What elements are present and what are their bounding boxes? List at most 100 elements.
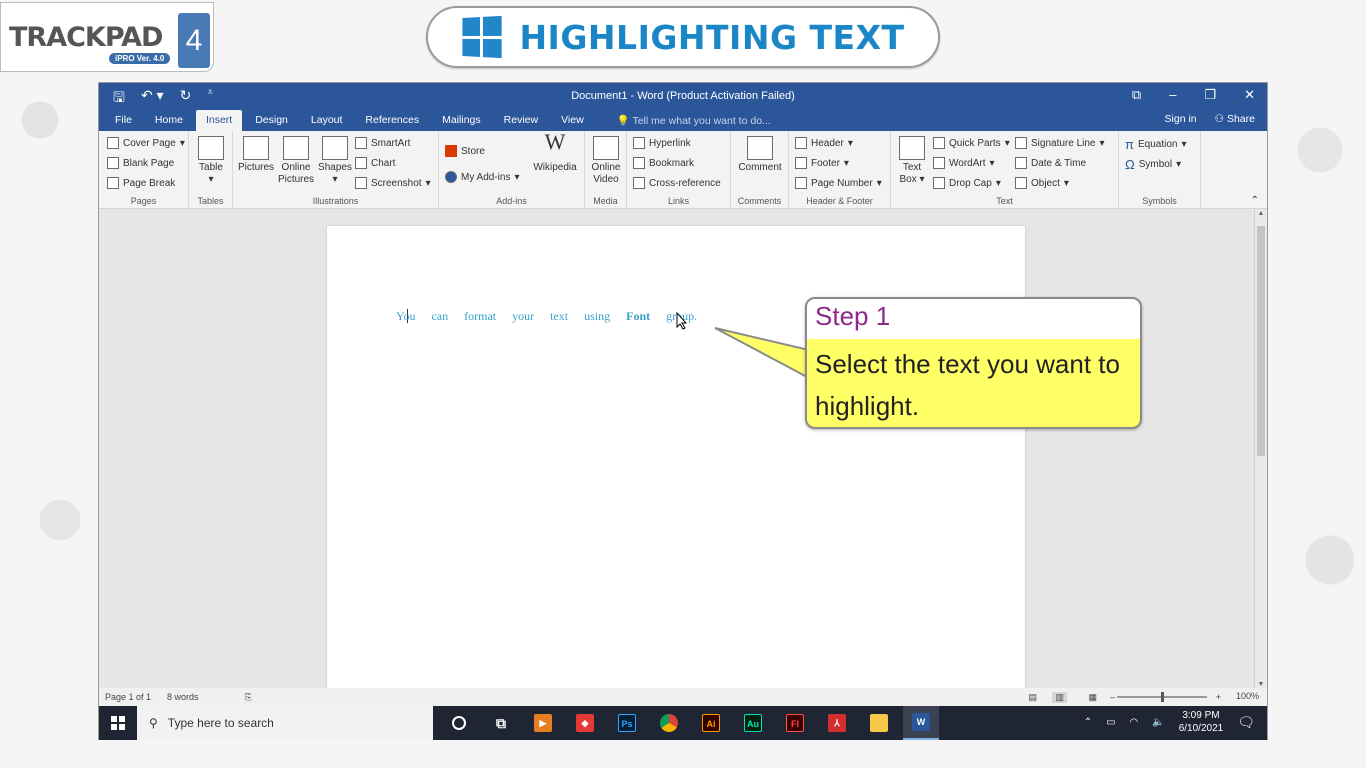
date-time-button[interactable]: Date & Time [1015, 157, 1086, 169]
my-addins-button[interactable]: My Add-ins ▾ [445, 171, 520, 183]
table-button[interactable]: Table ▾ [195, 136, 227, 186]
bookmark-button[interactable]: Bookmark [633, 157, 694, 169]
page-number-button[interactable]: Page Number ▾ [795, 177, 882, 189]
logo-text: TRACKPAD [9, 21, 163, 53]
drop-cap-button[interactable]: Drop Cap ▾ [933, 177, 1001, 189]
cover-page-button[interactable]: Cover Page ▾ [107, 137, 185, 149]
tab-review[interactable]: Review [494, 110, 548, 131]
sign-in-link[interactable]: Sign in [1165, 113, 1197, 125]
read-mode-icon[interactable]: ▤ [1028, 692, 1037, 703]
web-layout-icon[interactable]: ▦ [1088, 692, 1097, 703]
share-button[interactable]: ⚇ Share [1215, 113, 1255, 125]
acrobat-app[interactable]: ⅄ [819, 706, 855, 740]
flash-app[interactable]: Fl [777, 706, 813, 740]
collapse-ribbon-icon[interactable]: ⌃ [1251, 195, 1259, 206]
wikipedia-icon: W [544, 129, 566, 154]
taskbar-clock[interactable]: 3:09 PM 6/10/2021 [1179, 709, 1224, 735]
acrobat-icon: ⅄ [828, 714, 846, 732]
page-count[interactable]: Page 1 of 1 [105, 692, 151, 702]
chrome-app[interactable] [651, 706, 687, 740]
tab-view[interactable]: View [551, 110, 594, 131]
comment-button[interactable]: Comment [735, 136, 785, 174]
header-icon [795, 137, 807, 149]
vertical-scrollbar[interactable]: ▲ ▼ [1254, 210, 1267, 688]
group-header-footer: Header ▾ Footer ▾ Page Number ▾ Header & Fo… [789, 131, 891, 209]
online-video-button[interactable]: Online Video [587, 136, 625, 186]
title-bar: 🖫 ↶ ▾ ↻ ⩡ Document1 - Word (Product Acti… [99, 83, 1267, 109]
word-icon: W [912, 713, 930, 731]
page-break-button[interactable]: Page Break [107, 177, 175, 189]
taskbar-search-box[interactable]: ⚲ Type here to search [137, 706, 433, 740]
anydesk-app[interactable]: ◆ [567, 706, 603, 740]
trackpad-logo: TRACKPAD iPRO Ver. 4.0 4 [0, 2, 214, 72]
pictures-button[interactable]: Pictures [237, 136, 275, 174]
group-label-addins: Add-ins [496, 196, 527, 206]
folder-icon [870, 714, 888, 732]
start-button[interactable] [99, 706, 137, 740]
tab-references[interactable]: References [355, 110, 429, 131]
signature-line-button[interactable]: Signature Line ▾ [1015, 137, 1105, 149]
show-hidden-icons-icon[interactable]: ⌃ [1084, 717, 1092, 728]
screenshot-button[interactable]: Screenshot ▾ [355, 177, 431, 189]
wordart-button[interactable]: WordArt ▾ [933, 157, 995, 169]
object-button[interactable]: Object ▾ [1015, 177, 1069, 189]
file-explorer-app[interactable] [861, 706, 897, 740]
word-count[interactable]: 8 words [167, 692, 199, 702]
clock-date: 6/10/2021 [1178, 723, 1224, 734]
text-box-button[interactable]: Text Box ▾ [897, 136, 927, 186]
tab-home[interactable]: Home [145, 110, 193, 131]
online-pictures-button[interactable]: Online Pictures [277, 136, 315, 186]
scrollbar-thumb[interactable] [1257, 226, 1265, 456]
minimize-icon[interactable]: – [1169, 87, 1176, 103]
word-app[interactable]: W [903, 706, 939, 740]
zoom-out-icon[interactable]: – [1110, 692, 1115, 702]
close-icon[interactable]: ✕ [1244, 87, 1255, 103]
photoshop-app[interactable]: Ps [609, 706, 645, 740]
tell-me-box[interactable]: 💡 Tell me what you want to do... [617, 114, 771, 127]
object-icon [1015, 177, 1027, 189]
scroll-up-icon[interactable]: ▲ [1255, 210, 1267, 217]
blank-page-button[interactable]: Blank Page [107, 157, 174, 169]
document-text[interactable]: You can format your text using Font grou… [396, 309, 697, 324]
tab-layout[interactable]: Layout [301, 110, 353, 131]
chart-button[interactable]: Chart [355, 157, 395, 169]
ribbon-display-options-icon[interactable]: ⧉ [1132, 87, 1141, 103]
cross-reference-button[interactable]: Cross-reference [633, 177, 721, 189]
print-layout-icon[interactable]: ▥ [1052, 691, 1067, 703]
quick-parts-button[interactable]: Quick Parts ▾ [933, 137, 1010, 149]
header-button[interactable]: Header ▾ [795, 137, 853, 149]
group-label-symbols: Symbols [1142, 196, 1177, 206]
wordart-icon [933, 157, 945, 169]
tab-mailings[interactable]: Mailings [432, 110, 491, 131]
wikipedia-button[interactable]: W Wikipedia [531, 129, 579, 174]
zoom-in-icon[interactable]: + [1216, 692, 1221, 702]
scroll-down-icon[interactable]: ▼ [1255, 681, 1267, 688]
store-button[interactable]: Store [445, 145, 485, 157]
audition-app[interactable]: Au [735, 706, 771, 740]
zoom-slider[interactable] [1117, 692, 1207, 702]
volume-icon[interactable]: 🔈 [1152, 717, 1164, 728]
proofing-icon[interactable]: ⎘ [245, 692, 252, 703]
notifications-icon[interactable]: 🗨 [1237, 714, 1255, 731]
cortana-button[interactable] [441, 706, 477, 740]
callout-heading: Step 1 [807, 299, 1140, 339]
equation-button[interactable]: π Equation ▾ [1125, 137, 1187, 152]
smartart-button[interactable]: SmartArt [355, 137, 410, 149]
date-time-icon [1015, 157, 1027, 169]
symbol-button[interactable]: Ω Symbol ▾ [1125, 157, 1181, 172]
hyperlink-button[interactable]: Hyperlink [633, 137, 691, 149]
tab-insert[interactable]: Insert [195, 109, 243, 131]
shapes-button[interactable]: Shapes ▾ [317, 136, 353, 186]
illustrator-app[interactable]: Ai [693, 706, 729, 740]
battery-icon[interactable]: ▭ [1106, 717, 1115, 728]
footer-button[interactable]: Footer ▾ [795, 157, 849, 169]
cross-reference-icon [633, 177, 645, 189]
wifi-icon[interactable]: ◠ [1130, 717, 1139, 728]
tab-design[interactable]: Design [245, 110, 298, 131]
tab-file[interactable]: File [105, 110, 142, 131]
media-player-app[interactable]: ▶ [525, 706, 561, 740]
restore-icon[interactable]: ❐ [1204, 87, 1216, 103]
task-view-button[interactable]: ⧉ [483, 706, 519, 740]
flash-icon: Fl [786, 714, 804, 732]
zoom-level[interactable]: 100% [1236, 691, 1259, 701]
